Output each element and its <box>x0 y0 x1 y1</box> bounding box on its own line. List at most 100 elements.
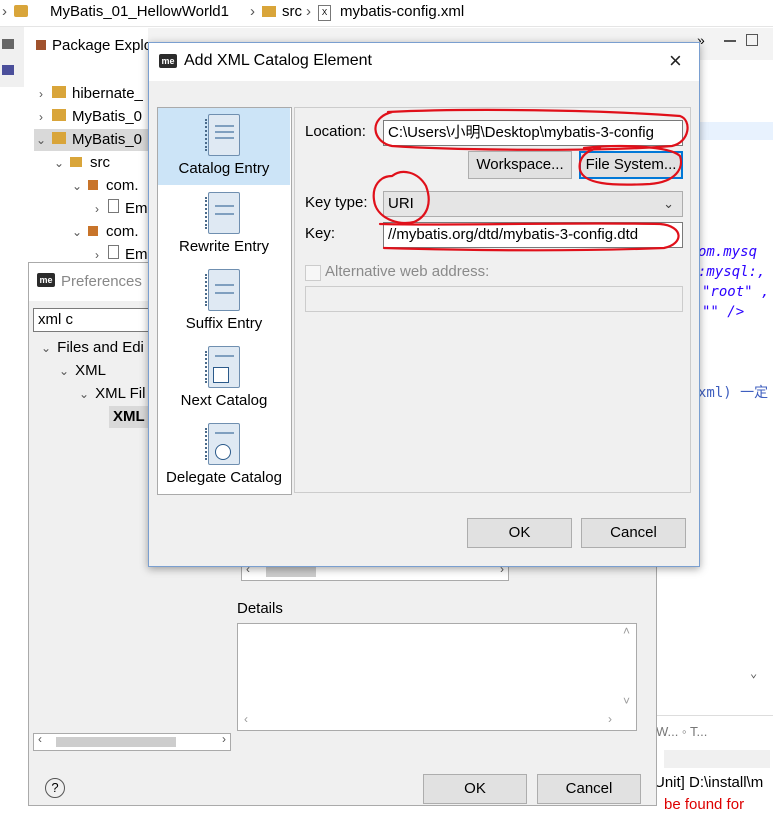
breadcrumb-folder[interactable]: src <box>282 0 302 24</box>
pref-tree-item-selected[interactable]: XML <box>109 406 149 428</box>
scroll-left-icon[interactable]: ‹ <box>244 712 248 726</box>
chevron-down-icon: ⌄ <box>40 341 52 355</box>
package-explorer-tab[interactable]: Package Explo <box>30 34 160 58</box>
tree-hscrollbar[interactable]: ‹ › <box>33 732 231 751</box>
package-icon <box>36 40 46 50</box>
project-icon <box>52 132 66 144</box>
xml-file-icon: X <box>318 5 331 21</box>
scroll-down-icon[interactable]: ⌄ <box>750 666 757 680</box>
project-icon <box>14 5 28 17</box>
scroll-left-icon[interactable]: ‹ <box>38 732 42 746</box>
tree-item[interactable]: ⌄ com. <box>70 221 139 243</box>
minimize-icon[interactable] <box>724 40 736 42</box>
tree-item[interactable]: ⌄ com. <box>70 175 139 197</box>
dialog-title: Add XML Catalog Element <box>184 52 372 69</box>
add-xml-catalog-dialog: me Add XML Catalog Element × Catalog Ent… <box>148 42 700 567</box>
tree-item[interactable]: › MyBatis_0 <box>34 106 142 128</box>
catalog-type-list: Catalog Entry Rewrite Entry Suffix Entry… <box>157 107 292 495</box>
next-catalog-icon <box>205 346 240 388</box>
chevron-right-icon: › <box>2 3 7 20</box>
location-label: Location: <box>305 123 366 140</box>
key-type-label: Key type: <box>305 194 368 211</box>
next-catalog-label: Next Catalog <box>180 392 268 409</box>
chevron-right-icon: › <box>306 3 311 20</box>
scroll-right-icon[interactable]: › <box>222 732 226 746</box>
package-icon <box>88 226 98 236</box>
chevron-right-icon: › <box>39 87 43 101</box>
preferences-cancel-button[interactable]: Cancel <box>537 774 641 804</box>
folder-icon <box>262 6 276 17</box>
alt-web-input[interactable] <box>305 286 683 312</box>
scroll-up-icon[interactable]: ˄ <box>623 624 630 638</box>
scrollbar-thumb[interactable] <box>266 567 316 577</box>
breadcrumb: › MyBatis_01_HellowWorld1 › src › X myba… <box>0 0 773 27</box>
chevron-down-icon: ⌄ <box>53 156 65 170</box>
suffix-entry-icon <box>205 269 240 311</box>
breadcrumb-file[interactable]: mybatis-config.xml <box>340 0 464 24</box>
delegate-catalog-label: Delegate Catalog <box>166 469 282 486</box>
key-type-select[interactable]: URI ⌄ <box>383 191 683 217</box>
dialog-ok-button[interactable]: OK <box>467 518 572 548</box>
alt-web-checkbox[interactable] <box>305 265 321 281</box>
file-system-button[interactable]: File System... <box>579 151 683 179</box>
code-line: "" /> <box>702 304 745 320</box>
details-box[interactable]: ˄ ˅ ‹ › <box>237 623 637 731</box>
chevron-down-icon: ⌄ <box>35 133 47 147</box>
catalog-entry-item[interactable]: Catalog Entry <box>158 108 290 185</box>
chevron-right-icon: › <box>250 3 255 20</box>
tree-item[interactable]: ⌄ MyBatis_0 <box>34 129 148 151</box>
details-label: Details <box>237 600 283 617</box>
breadcrumb-project[interactable]: MyBatis_01_HellowWorld1 <box>50 0 229 24</box>
java-file-icon <box>108 199 119 213</box>
tree-item[interactable]: › hibernate_ <box>34 83 143 105</box>
delegate-catalog-item[interactable]: Delegate Catalog <box>158 423 290 495</box>
next-catalog-item[interactable]: Next Catalog <box>158 346 290 418</box>
pref-tree-item[interactable]: ⌄ XML <box>57 360 106 382</box>
java-file-icon <box>108 245 119 259</box>
preferences-filter-input[interactable]: xml c <box>33 308 149 332</box>
suffix-entry-item[interactable]: Suffix Entry <box>158 269 290 341</box>
scroll-down-icon[interactable]: ˅ <box>623 694 630 708</box>
console-view: W... ◦ T... Unit] D:\install\m be found … <box>650 715 773 813</box>
preferences-ok-button[interactable]: OK <box>423 774 527 804</box>
key-input[interactable]: //mybatis.org/dtd/mybatis-3-config.dtd <box>383 222 683 248</box>
src-folder-icon <box>70 157 82 167</box>
rewrite-entry-icon <box>205 192 240 234</box>
tree-item[interactable]: ⌄ src <box>52 152 110 174</box>
chevron-right-icon: › <box>95 202 99 216</box>
perspective-icon[interactable] <box>2 39 14 49</box>
app-icon: me <box>37 273 55 287</box>
catalog-entry-label: Catalog Entry <box>178 160 270 177</box>
perspective-icon[interactable] <box>2 65 14 75</box>
code-line: :mysql:, <box>698 264 766 280</box>
side-trim <box>0 27 24 87</box>
maximize-icon[interactable] <box>746 34 758 46</box>
help-icon[interactable]: ? <box>45 778 65 798</box>
key-label: Key: <box>305 225 336 242</box>
console-error-line: be found for <box>664 796 745 813</box>
preferences-title: Preferences <box>61 273 142 290</box>
app-icon: me <box>159 54 177 68</box>
location-input[interactable]: C:\Users\小明\Desktop\mybatis-3-config <box>383 120 683 146</box>
chevron-down-icon: ⌄ <box>71 225 83 239</box>
dialog-cancel-button[interactable]: Cancel <box>581 518 686 548</box>
rewrite-entry-item[interactable]: Rewrite Entry <box>158 192 290 264</box>
pref-tree-item[interactable]: ⌄ XML Fil <box>77 383 145 405</box>
chevron-down-icon: ⌄ <box>663 196 674 211</box>
code-line: om.mysq <box>698 244 758 260</box>
console-tabs[interactable]: W... ◦ T... <box>656 724 707 739</box>
scrollbar-thumb[interactable] <box>56 737 176 747</box>
project-icon <box>52 86 66 98</box>
workspace-button[interactable]: Workspace... <box>468 151 572 179</box>
catalog-entry-icon <box>205 114 240 156</box>
console-line: Unit] D:\install\m <box>654 774 764 791</box>
pref-tree-item[interactable]: ⌄ Files and Edi <box>39 337 144 359</box>
close-icon[interactable]: × <box>669 48 682 74</box>
scroll-right-icon[interactable]: › <box>608 712 612 726</box>
project-icon <box>52 109 66 121</box>
chevron-down-icon: ⌄ <box>71 179 83 193</box>
code-line: xml) 一定 <box>698 385 769 401</box>
suffix-entry-label: Suffix Entry <box>185 315 263 332</box>
delegate-catalog-icon <box>205 423 240 465</box>
tree-item[interactable]: › Em <box>90 198 148 220</box>
